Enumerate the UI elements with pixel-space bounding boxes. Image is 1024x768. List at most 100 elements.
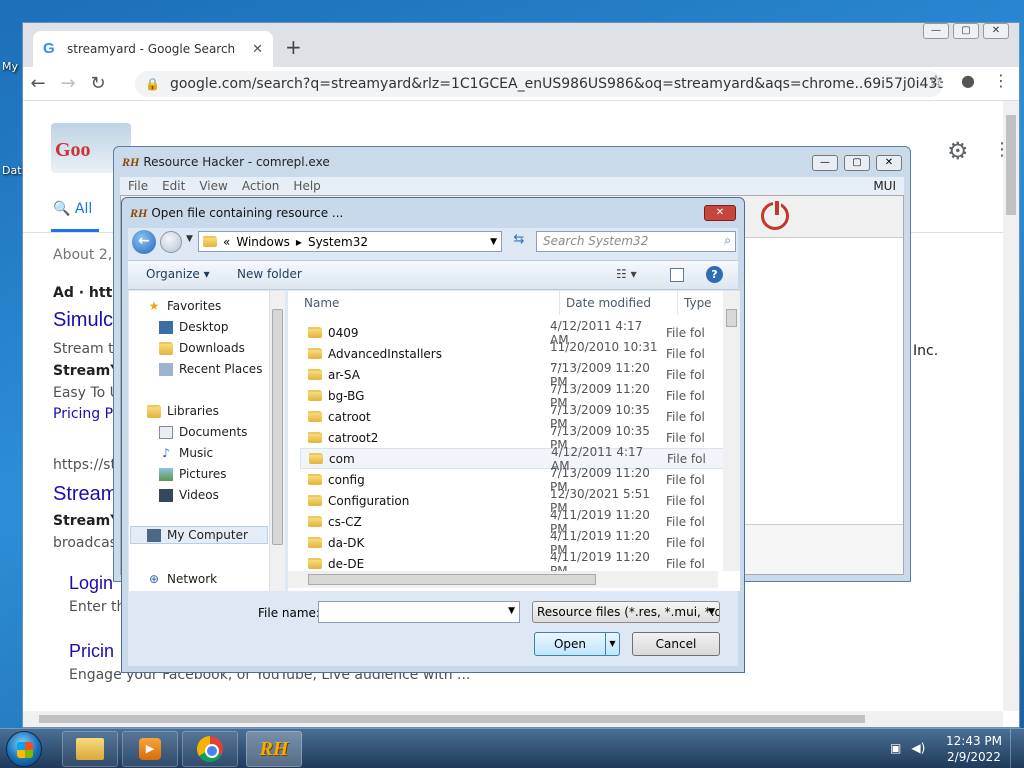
taskbar-explorer[interactable] <box>62 731 118 767</box>
forward-arrow-icon[interactable]: → <box>53 73 83 94</box>
file-type-filter-select[interactable]: Resource files (*.res, *.mui, *.dll ▼ <box>532 601 720 623</box>
scroll-thumb[interactable] <box>1006 115 1016 215</box>
page-vertical-scrollbar[interactable] <box>1003 101 1019 711</box>
nav-favorites[interactable]: ★ Favorites <box>147 299 222 313</box>
nav-documents[interactable]: Documents <box>159 425 247 439</box>
show-desktop-button[interactable] <box>1010 729 1024 768</box>
file-name-input[interactable]: ▼ <box>318 601 520 623</box>
column-header-type[interactable]: Type <box>678 291 728 315</box>
search-tab-all[interactable]: 🔍 All <box>53 201 92 217</box>
scroll-thumb[interactable] <box>308 574 596 585</box>
column-header-date-modified[interactable]: Date modified <box>560 291 678 315</box>
rh-menu-edit[interactable]: Edit <box>162 179 185 193</box>
back-arrow-icon[interactable]: ← <box>132 230 156 254</box>
new-tab-button[interactable]: + <box>285 35 302 59</box>
search-icon[interactable]: ⌕ <box>724 233 731 248</box>
nav-desktop[interactable]: Desktop <box>159 320 229 334</box>
taskbar-chrome[interactable] <box>182 731 238 767</box>
file-list-horizontal-scrollbar[interactable] <box>288 571 718 588</box>
nav-downloads[interactable]: Downloads <box>159 341 245 355</box>
rh-menu-file[interactable]: File <box>128 179 148 193</box>
scroll-thumb[interactable] <box>726 309 737 327</box>
settings-gear-icon[interactable]: ⚙ <box>947 137 969 165</box>
file-row[interactable]: com 4/12/2011 4:17 AM File fol <box>300 445 728 473</box>
volume-icon[interactable]: ◀) <box>911 741 925 755</box>
reload-icon[interactable]: ↻ <box>83 73 113 94</box>
clock[interactable]: 12:43 PM 2/9/2022 <box>944 733 1004 765</box>
file-row[interactable]: config 7/13/2009 11:20 PM File fol <box>300 466 728 494</box>
profile-icon[interactable]: ● <box>961 71 975 90</box>
file-row[interactable]: Configuration 12/30/2021 5:51 PM File fol <box>300 487 728 515</box>
rh-close-button[interactable]: ✕ <box>876 155 902 171</box>
breadcrumb-separator-icon[interactable]: ▸ <box>296 235 302 249</box>
breadcrumb[interactable]: « Windows ▸ System32 ▼ <box>198 231 502 252</box>
rh-menu-action[interactable]: Action <box>242 179 280 193</box>
rh-menu-help[interactable]: Help <box>293 179 320 193</box>
chevron-down-icon[interactable]: ▼ <box>708 607 715 617</box>
start-button[interactable] <box>6 731 42 767</box>
open-options-chevron-icon[interactable]: ▼ <box>605 633 619 655</box>
file-list-vertical-scrollbar[interactable] <box>723 291 740 571</box>
nav-videos[interactable]: Videos <box>159 488 219 502</box>
lock-icon[interactable]: 🔒 <box>145 77 160 91</box>
sublink-title[interactable]: Pricin <box>69 641 114 662</box>
nav-my-computer[interactable]: My Computer <box>130 526 268 544</box>
tab-close-icon[interactable]: ✕ <box>252 42 263 57</box>
search-input[interactable]: Search System32 ⌕ <box>536 231 736 252</box>
nav-libraries[interactable]: Libraries <box>147 404 219 418</box>
desktop-icon-label-data[interactable]: Dat <box>2 164 22 177</box>
chevron-down-icon[interactable]: ▼ <box>490 237 497 247</box>
dialog-close-button[interactable]: ✕ <box>704 205 736 221</box>
refresh-icon[interactable]: ⇆ <box>508 232 530 252</box>
result-title[interactable]: Stream <box>53 483 117 506</box>
column-header-name[interactable]: Name <box>298 291 560 315</box>
nav-pictures[interactable]: Pictures <box>159 467 227 481</box>
tab-streamyard-search[interactable]: G streamyard - Google Search ✕ <box>33 31 273 67</box>
result-sitelink[interactable]: Pricing Pl <box>53 406 117 422</box>
help-icon[interactable]: ? <box>706 266 723 283</box>
chevron-down-icon[interactable]: ▼ <box>508 606 515 616</box>
file-row[interactable]: catroot 7/13/2009 10:35 PM File fol <box>300 403 728 431</box>
nav-music[interactable]: ♪ Music <box>159 446 213 460</box>
file-row[interactable]: ar-SA 7/13/2009 11:20 PM File fol <box>300 361 728 389</box>
cancel-button[interactable]: Cancel <box>632 632 720 656</box>
file-row[interactable]: AdvancedInstallers 11/20/2010 10:31 ... Fi… <box>300 340 728 368</box>
scroll-thumb[interactable] <box>272 309 283 545</box>
nav-network[interactable]: ⊕ Network <box>147 572 217 586</box>
nav-pane-scrollbar[interactable] <box>269 291 285 591</box>
change-view-button[interactable]: ☷ ▾ <box>616 267 637 281</box>
new-folder-button[interactable]: New folder <box>237 267 302 281</box>
file-row[interactable]: 0409 4/12/2011 4:17 AM File fol <box>300 319 728 347</box>
nav-recent-places[interactable]: Recent Places <box>159 362 262 376</box>
rh-menu-mui[interactable]: MUI <box>873 179 896 193</box>
open-button[interactable]: Open ▼ <box>534 632 620 656</box>
back-arrow-icon[interactable]: ← <box>23 73 53 94</box>
apps-menu-icon[interactable]: ⋮ <box>993 139 1003 160</box>
rh-menu-view[interactable]: View <box>199 179 227 193</box>
file-row[interactable]: bg-BG 7/13/2009 11:20 PM File fol <box>300 382 728 410</box>
bookmark-star-icon[interactable]: ☆ <box>929 71 943 90</box>
power-icon[interactable] <box>761 199 789 230</box>
breadcrumb-windows[interactable]: Windows <box>236 235 290 249</box>
sublink-title[interactable]: Login <box>69 573 113 594</box>
address-bar[interactable]: 🔒 google.com/search?q=streamyard&rlz=1C1… <box>135 71 943 97</box>
recent-locations-dropdown-icon[interactable]: ▼ <box>186 234 193 244</box>
file-row[interactable]: da-DK 4/11/2019 11:20 PM File fol <box>300 529 728 557</box>
forward-arrow-icon[interactable] <box>160 231 182 253</box>
rh-maximize-button[interactable]: ▢ <box>844 155 870 171</box>
menu-kebab-icon[interactable]: ⋮ <box>993 71 1009 90</box>
file-row[interactable]: cs-CZ 4/11/2019 11:20 PM File fol <box>300 508 728 536</box>
maximize-button[interactable]: ▢ <box>953 23 979 39</box>
file-row[interactable]: catroot2 7/13/2009 10:35 PM File fol <box>300 424 728 452</box>
network-icon[interactable]: ▣ <box>890 741 901 755</box>
minimize-button[interactable]: — <box>923 23 949 39</box>
scroll-thumb[interactable] <box>39 715 865 723</box>
organize-button[interactable]: Organize ▾ <box>146 267 210 281</box>
taskbar-media-player[interactable]: ▶ <box>122 731 178 767</box>
breadcrumb-overflow[interactable]: « <box>223 235 230 249</box>
result-title[interactable]: Simulc <box>53 309 113 332</box>
page-horizontal-scrollbar[interactable] <box>23 711 1003 727</box>
close-button[interactable]: ✕ <box>983 23 1009 39</box>
taskbar-resource-hacker[interactable]: RH <box>246 731 302 767</box>
breadcrumb-system32[interactable]: System32 <box>308 235 368 249</box>
